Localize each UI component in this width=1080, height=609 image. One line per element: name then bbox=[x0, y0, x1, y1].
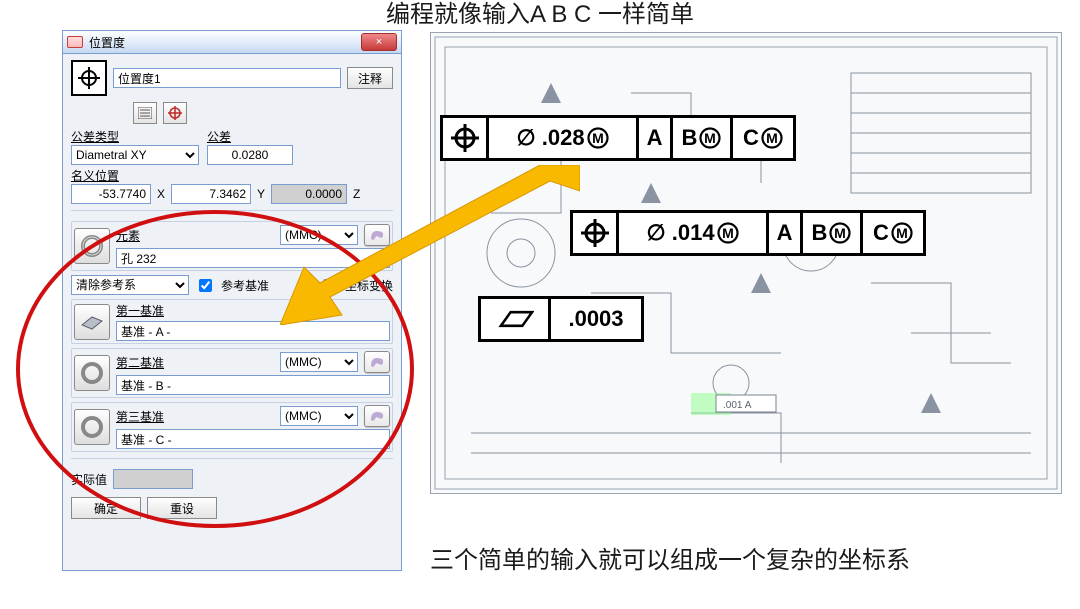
true-position-icon bbox=[581, 219, 609, 247]
svg-text:M: M bbox=[766, 130, 778, 146]
fcf2-datum-c: C bbox=[873, 220, 889, 246]
list-icon-button[interactable] bbox=[133, 102, 157, 124]
nominal-z-axis-label: Z bbox=[353, 187, 360, 201]
list-icon bbox=[138, 107, 152, 119]
annotate-button[interactable]: 注释 bbox=[347, 67, 393, 89]
fcf2-datum-a: A bbox=[769, 213, 803, 253]
blueprint-svg: .001 A bbox=[431, 33, 1061, 493]
datum3-mmc-select[interactable]: (MMC) bbox=[280, 406, 358, 426]
element-pick-button[interactable] bbox=[74, 228, 110, 264]
coord-transform-checkbox[interactable] bbox=[323, 279, 336, 292]
ref-datum-label: 参考基准 bbox=[221, 277, 269, 294]
ref-datum-checkbox[interactable] bbox=[199, 279, 212, 292]
datum2-label: 第二基准 bbox=[116, 354, 274, 371]
datum2-value-input[interactable] bbox=[116, 375, 390, 395]
flatness-icon bbox=[495, 308, 534, 330]
close-button[interactable]: × bbox=[361, 33, 397, 51]
circle-icon bbox=[79, 414, 105, 440]
svg-text:.001 A: .001 A bbox=[723, 400, 752, 411]
dialog-app-icon bbox=[67, 36, 83, 48]
palette-icon bbox=[369, 356, 385, 368]
tolerance-type-select[interactable]: Diametral XY bbox=[71, 145, 199, 165]
nominal-x-input[interactable] bbox=[71, 184, 151, 204]
reset-button[interactable]: 重设 bbox=[147, 497, 217, 519]
fcf-callout-2: ∅ .014 M A B M C M bbox=[570, 210, 926, 256]
element-mmc-select[interactable]: (MMC) bbox=[280, 225, 358, 245]
svg-text:M: M bbox=[835, 225, 847, 241]
palette-icon bbox=[369, 229, 385, 241]
clear-reference-select[interactable]: 清除参考系 bbox=[71, 275, 189, 295]
target-icon-button[interactable] bbox=[163, 102, 187, 124]
datum2-pick-button[interactable] bbox=[74, 355, 110, 391]
caption-bottom: 三个简单的输入就可以组成一个复杂的坐标系 bbox=[430, 540, 1060, 575]
position-dialog: 位置度 × 注释 bbox=[62, 30, 402, 571]
element-value-input[interactable] bbox=[116, 248, 390, 268]
fcf1-datum-a: A bbox=[639, 118, 673, 158]
svg-text:M: M bbox=[722, 225, 734, 241]
coord-transform-label: 坐标变换 bbox=[345, 277, 393, 294]
mmc-icon: M bbox=[891, 222, 913, 244]
dialog-title: 位置度 bbox=[89, 34, 361, 51]
true-position-icon-box bbox=[71, 60, 107, 96]
flatness-callout: .0003 bbox=[478, 296, 644, 342]
dialog-titlebar[interactable]: 位置度 × bbox=[63, 31, 401, 54]
fcf1-datum-b: B bbox=[682, 125, 698, 151]
dialog-body: 注释 公差类型 bbox=[63, 54, 401, 527]
tolerance-label: 公差 bbox=[207, 128, 293, 145]
ok-button[interactable]: 确定 bbox=[71, 497, 141, 519]
feature-name-input[interactable] bbox=[113, 68, 341, 88]
datum2-palette-button[interactable] bbox=[364, 351, 390, 373]
datum2-mmc-select[interactable]: (MMC) bbox=[280, 352, 358, 372]
element-palette-button[interactable] bbox=[364, 224, 390, 246]
fcf1-datum-c: C bbox=[743, 125, 759, 151]
mmc-icon: M bbox=[699, 127, 721, 149]
fcf-callout-1: ∅ .028 M A B M C M bbox=[440, 115, 796, 161]
datum3-pick-button[interactable] bbox=[74, 409, 110, 445]
nominal-x-axis-label: X bbox=[157, 187, 165, 201]
actual-value-output bbox=[113, 469, 193, 489]
plane-icon bbox=[78, 311, 106, 333]
true-position-icon bbox=[451, 124, 479, 152]
datum1-label: 第一基准 bbox=[116, 302, 390, 319]
flatness-value: .0003 bbox=[551, 299, 641, 339]
target-icon bbox=[168, 106, 182, 120]
true-position-icon bbox=[78, 67, 100, 89]
tolerance-input[interactable] bbox=[207, 145, 293, 165]
datum3-label: 第三基准 bbox=[116, 408, 274, 425]
svg-text:M: M bbox=[592, 130, 604, 146]
circle-icon bbox=[79, 360, 105, 386]
datum1-pick-button[interactable] bbox=[74, 304, 110, 340]
svg-text:M: M bbox=[705, 130, 717, 146]
fcf2-diameter-icon: ∅ bbox=[646, 220, 665, 246]
blueprint-drawing: .001 A bbox=[430, 32, 1062, 494]
mmc-icon: M bbox=[829, 222, 851, 244]
fcf2-tolerance: .014 bbox=[672, 220, 715, 246]
caption-top: 编程就像输入A B C 一样简单 bbox=[0, 0, 1080, 29]
nominal-label: 名义位置 bbox=[71, 167, 393, 184]
nominal-y-axis-label: Y bbox=[257, 187, 265, 201]
mmc-icon: M bbox=[587, 127, 609, 149]
nominal-y-input[interactable] bbox=[171, 184, 251, 204]
mmc-icon: M bbox=[761, 127, 783, 149]
datum3-value-input[interactable] bbox=[116, 429, 390, 449]
fcf2-datum-b: B bbox=[812, 220, 828, 246]
element-label: 元素 bbox=[116, 227, 274, 244]
datum1-value-input[interactable] bbox=[116, 321, 390, 341]
circle-icon bbox=[79, 233, 105, 259]
svg-text:M: M bbox=[896, 225, 908, 241]
actual-value-label: 实际值 bbox=[71, 471, 107, 488]
tolerance-type-label: 公差类型 bbox=[71, 128, 201, 145]
datum3-palette-button[interactable] bbox=[364, 405, 390, 427]
mmc-icon: M bbox=[717, 222, 739, 244]
nominal-z-input bbox=[271, 184, 347, 204]
fcf1-diameter-icon: ∅ bbox=[516, 125, 535, 151]
fcf1-tolerance: .028 bbox=[542, 125, 585, 151]
palette-icon bbox=[369, 410, 385, 422]
